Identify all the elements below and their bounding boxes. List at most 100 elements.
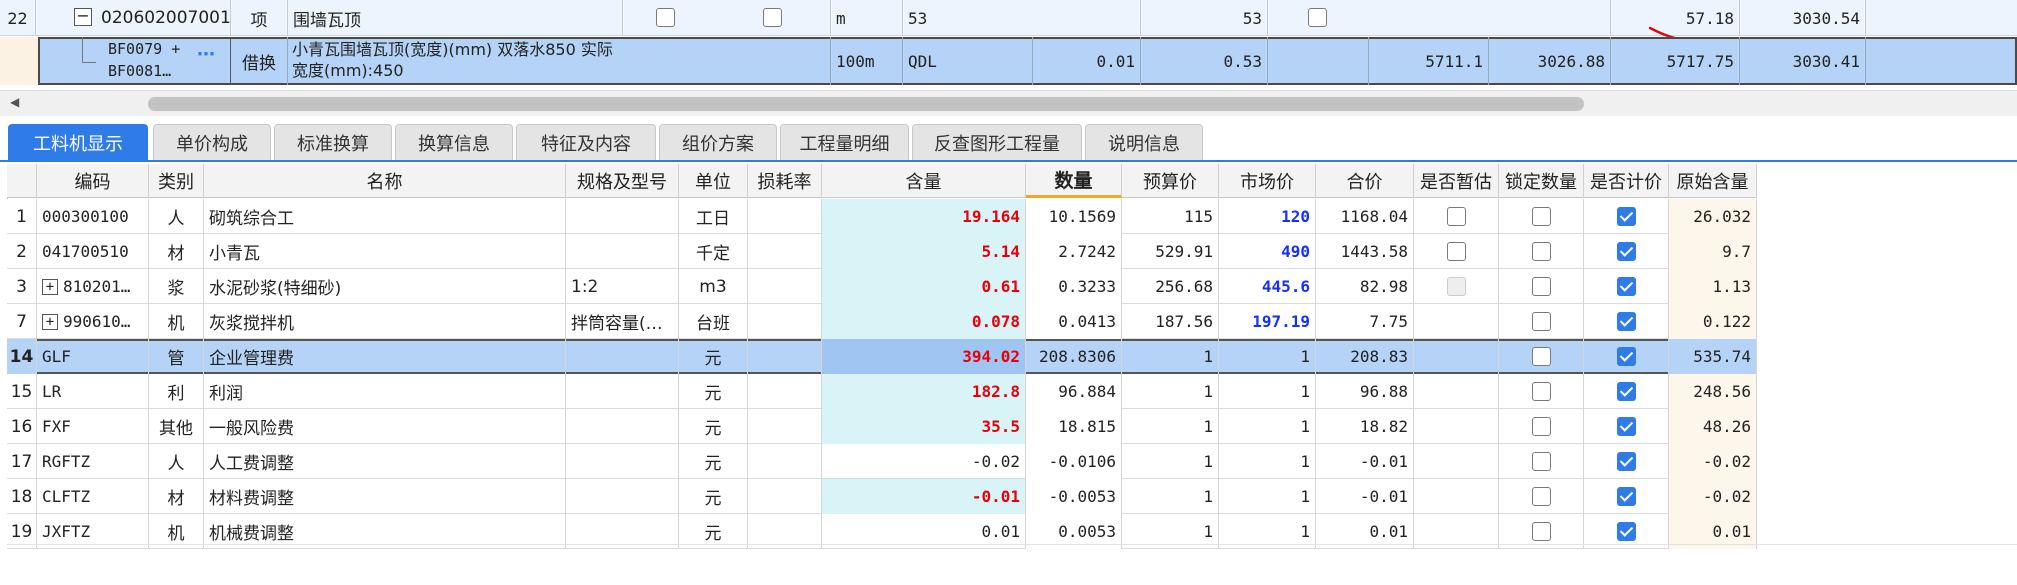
cell-budget-price[interactable]: 1 — [1122, 374, 1219, 409]
cell-category[interactable]: 利 — [149, 374, 204, 409]
tab-description[interactable]: 说明信息 — [1085, 124, 1203, 160]
cell-original-content[interactable]: 535.74 — [1669, 339, 1757, 374]
cell-spec[interactable] — [566, 234, 679, 269]
cell-original-content[interactable]: 0.122 — [1669, 304, 1757, 339]
lock-checkbox[interactable] — [1531, 207, 1551, 226]
cell-loss-rate[interactable] — [748, 479, 822, 514]
cell-market-price[interactable]: 490 — [1219, 234, 1316, 269]
cell-quantity[interactable]: 0.3233 — [1026, 269, 1122, 304]
cell-total[interactable]: 1443.58 — [1316, 234, 1414, 269]
cell-spec[interactable] — [566, 339, 679, 374]
lock-checkbox[interactable] — [1531, 417, 1551, 436]
cell-category[interactable]: 其他 — [149, 409, 204, 444]
priced-checkbox[interactable] — [1616, 207, 1636, 226]
priced-checkbox[interactable] — [1616, 452, 1636, 471]
header-code[interactable]: 编码 — [37, 164, 149, 198]
cell-budget-price[interactable]: 115 — [1122, 199, 1219, 234]
cell-code[interactable]: RGFTZ — [37, 444, 149, 479]
cell-original-content[interactable]: 26.032 — [1669, 199, 1757, 234]
lock-checkbox[interactable] — [1531, 487, 1551, 506]
cell-unit[interactable]: m3 — [679, 269, 748, 304]
priced-checkbox[interactable] — [1616, 417, 1636, 436]
lock-checkbox[interactable] — [1531, 347, 1551, 366]
cell-quantity[interactable]: 18.815 — [1026, 409, 1122, 444]
cell-name[interactable]: 一般风险费 — [204, 409, 566, 444]
cell-budget-price[interactable]: 1 — [1122, 479, 1219, 514]
cell-original-content[interactable]: 9.7 — [1669, 234, 1757, 269]
cell-unit[interactable]: 千定 — [679, 234, 748, 269]
cell-name[interactable]: 利润 — [204, 374, 566, 409]
cell-content[interactable]: 0.078 — [822, 304, 1026, 339]
cell-loss-rate[interactable] — [748, 234, 822, 269]
cell-spec[interactable] — [566, 409, 679, 444]
cell-content[interactable]: 0.61 — [822, 269, 1026, 304]
lock-checkbox[interactable] — [1531, 522, 1551, 541]
priced-checkbox[interactable] — [1616, 487, 1636, 506]
header-lock-qty[interactable]: 锁定数量 — [1499, 164, 1584, 198]
cell-loss-rate[interactable] — [748, 374, 822, 409]
cell-quantity[interactable]: 2.7242 — [1026, 234, 1122, 269]
cell-original-content[interactable]: 48.26 — [1669, 409, 1757, 444]
cell-code[interactable]: LR — [37, 374, 149, 409]
expand-icon[interactable]: + — [42, 313, 58, 330]
tab-quantity-detail[interactable]: 工程量明细 — [780, 124, 909, 160]
cell-total[interactable]: -0.01 — [1316, 479, 1414, 514]
header-loss-rate[interactable]: 损耗率 — [748, 164, 822, 198]
cell-original-content[interactable]: -0.02 — [1669, 444, 1757, 479]
cell-unit[interactable]: 元 — [679, 479, 748, 514]
cell-unit[interactable]: 元 — [679, 444, 748, 479]
cell-category[interactable]: 材 — [149, 234, 204, 269]
cell-spec[interactable] — [566, 479, 679, 514]
cell-name[interactable]: 企业管理费 — [204, 339, 566, 374]
cell-budget-price[interactable]: 1 — [1122, 444, 1219, 479]
scrollbar-thumb[interactable] — [148, 97, 1584, 111]
header-original-content[interactable]: 原始含量 — [1669, 164, 1757, 198]
cell-quantity[interactable]: -0.0106 — [1026, 444, 1122, 479]
cell-budget-price[interactable]: 1 — [1122, 409, 1219, 444]
cell-spec[interactable] — [566, 374, 679, 409]
cell-category[interactable]: 管 — [149, 339, 204, 374]
cell-quantity[interactable]: 208.8306 — [1026, 339, 1122, 374]
header-is-priced[interactable]: 是否计价 — [1584, 164, 1669, 198]
header-budget-price[interactable]: 预算价 — [1122, 164, 1219, 198]
cell-code[interactable]: GLF — [37, 339, 149, 374]
cell-name[interactable]: 材料费调整 — [204, 479, 566, 514]
cell-name[interactable]: 水泥砂浆(特细砂) — [204, 269, 566, 304]
lock-checkbox[interactable] — [1531, 312, 1551, 331]
priced-checkbox[interactable] — [1616, 312, 1636, 331]
upper-checkbox-3[interactable] — [1308, 8, 1327, 27]
header-content[interactable]: 含量 — [822, 164, 1026, 198]
cell-spec[interactable]: 拌筒容量(… — [566, 304, 679, 339]
priced-checkbox[interactable] — [1616, 242, 1636, 261]
tab-unit-price[interactable]: 单价构成 — [153, 124, 271, 160]
cell-market-price[interactable]: 197.19 — [1219, 304, 1316, 339]
cell-spec[interactable] — [566, 444, 679, 479]
header-market-price[interactable]: 市场价 — [1219, 164, 1316, 198]
cell-total[interactable]: 1168.04 — [1316, 199, 1414, 234]
priced-checkbox[interactable] — [1616, 347, 1636, 366]
lock-checkbox[interactable] — [1531, 277, 1551, 296]
cell-loss-rate[interactable] — [748, 409, 822, 444]
cell-budget-price[interactable]: 1 — [1122, 339, 1219, 374]
expand-icon[interactable]: + — [42, 278, 58, 295]
cell-quantity[interactable]: 96.884 — [1026, 374, 1122, 409]
tab-pricing-plan[interactable]: 组价方案 — [659, 124, 777, 160]
cell-content[interactable]: -0.02 — [822, 444, 1026, 479]
cell-content[interactable]: 5.14 — [822, 234, 1026, 269]
cell-original-content[interactable]: 248.56 — [1669, 374, 1757, 409]
header-unit[interactable]: 单位 — [679, 164, 748, 198]
cell-market-price[interactable]: 1 — [1219, 444, 1316, 479]
cell-loss-rate[interactable] — [748, 444, 822, 479]
cell-loss-rate[interactable] — [748, 339, 822, 374]
cell-loss-rate[interactable] — [748, 304, 822, 339]
cell-content[interactable]: 182.8 — [822, 374, 1026, 409]
cell-unit[interactable]: 台班 — [679, 304, 748, 339]
cell-unit[interactable]: 元 — [679, 409, 748, 444]
cell-total[interactable]: 208.83 — [1316, 339, 1414, 374]
header-name[interactable]: 名称 — [204, 164, 566, 198]
cell-market-price[interactable]: 1 — [1219, 339, 1316, 374]
cell-budget-price[interactable]: 529.91 — [1122, 234, 1219, 269]
header-category[interactable]: 类别 — [149, 164, 204, 198]
cell-spec[interactable]: 1:2 — [566, 269, 679, 304]
cell-original-content[interactable]: -0.02 — [1669, 479, 1757, 514]
